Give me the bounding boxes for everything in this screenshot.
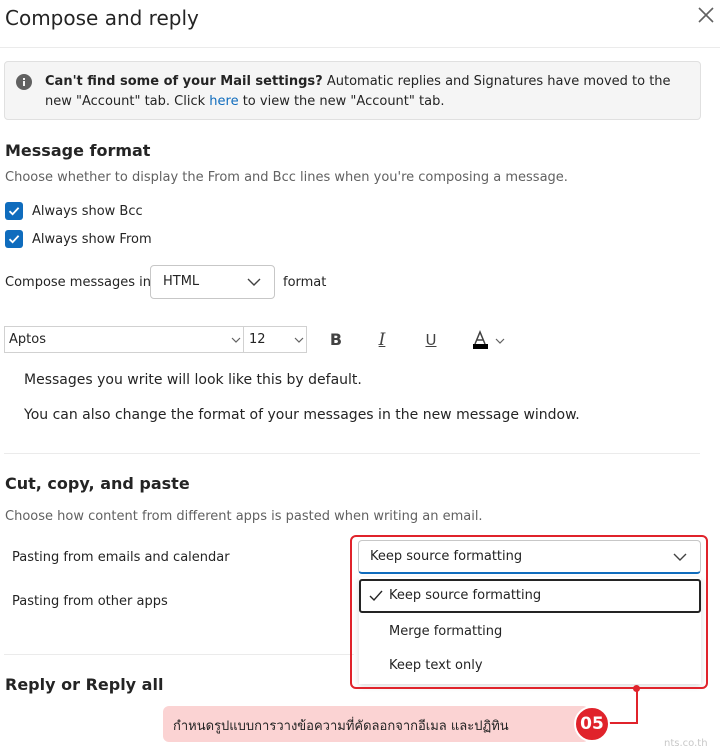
- bold-button[interactable]: B: [324, 328, 348, 352]
- pasting-emails-label: Pasting from emails and calendar: [12, 550, 230, 565]
- page-title: Compose and reply: [5, 6, 199, 30]
- always-show-bcc-label: Always show Bcc: [32, 204, 143, 219]
- always-show-bcc-checkbox[interactable]: [5, 202, 23, 220]
- italic-button[interactable]: I: [370, 328, 394, 352]
- info-bar: Can't find some of your Mail settings? A…: [4, 61, 701, 120]
- italic-icon: I: [378, 330, 386, 350]
- close-icon[interactable]: [694, 4, 718, 28]
- message-format-description: Choose whether to display the From and B…: [5, 170, 568, 185]
- info-bold: Can't find some of your Mail settings?: [45, 74, 323, 89]
- annotation-step-badge: 05: [574, 706, 610, 742]
- cut-copy-paste-heading: Cut, copy, and paste: [5, 474, 190, 493]
- chevron-down-icon: [294, 337, 304, 343]
- message-format-heading: Message format: [5, 141, 151, 160]
- watermark: nts.co.th: [664, 738, 708, 749]
- section-divider: [4, 654, 354, 655]
- chevron-down-icon: [247, 278, 261, 286]
- font-size-select[interactable]: 12: [243, 326, 307, 353]
- chevron-down-icon: [673, 553, 687, 561]
- header-divider: [0, 47, 720, 48]
- section-divider: [4, 453, 700, 454]
- compose-suffix-label: format: [283, 275, 327, 290]
- annotation-callout: กำหนดรูปแบบการวางข้อความที่คัดลอกจากอีเม…: [163, 706, 589, 742]
- annotation-connector: [636, 688, 638, 724]
- compose-prefix-label: Compose messages in: [5, 275, 151, 290]
- option-label: Keep text only: [389, 658, 483, 673]
- here-link[interactable]: here: [209, 94, 238, 109]
- pasting-other-label: Pasting from other apps: [12, 594, 168, 609]
- annotation-text: กำหนดรูปแบบการวางข้อความที่คัดลอกจากอีเม…: [173, 719, 509, 734]
- always-show-from-checkbox[interactable]: [5, 230, 23, 248]
- compose-format-select[interactable]: HTML: [150, 265, 275, 299]
- reply-heading: Reply or Reply all: [5, 675, 164, 694]
- preview-line-2: You can also change the format of your m…: [24, 407, 580, 423]
- pasting-emails-select[interactable]: Keep source formatting: [358, 540, 701, 574]
- checkmark-icon: [8, 207, 20, 216]
- option-keep-text-only[interactable]: Keep text only: [359, 649, 701, 683]
- option-label: Keep source formatting: [389, 588, 542, 603]
- option-label: Merge formatting: [389, 624, 503, 639]
- info-text-part2: to view the new "Account" tab.: [238, 94, 445, 109]
- checkmark-icon: [8, 235, 20, 244]
- font-name-select[interactable]: Aptos: [4, 326, 244, 353]
- compose-format-value: HTML: [163, 274, 200, 289]
- underline-button[interactable]: U: [419, 328, 443, 352]
- checkmark-icon: [369, 590, 383, 602]
- always-show-from-label: Always show From: [32, 232, 152, 247]
- preview-line-1: Messages you write will look like this b…: [24, 372, 362, 388]
- pasting-emails-value: Keep source formatting: [370, 549, 523, 564]
- chevron-down-icon: [231, 337, 241, 343]
- cut-copy-paste-description: Choose how content from different apps i…: [5, 509, 483, 524]
- option-merge-formatting[interactable]: Merge formatting: [359, 615, 701, 649]
- font-color-button[interactable]: [470, 328, 510, 352]
- font-size-value: 12: [249, 332, 266, 347]
- close-button[interactable]: [694, 4, 718, 28]
- font-color-icon: [473, 330, 505, 349]
- info-text: Can't find some of your Mail settings? A…: [45, 72, 685, 112]
- info-icon: [16, 74, 32, 90]
- bold-icon: B: [329, 330, 343, 349]
- font-name-value: Aptos: [9, 332, 46, 347]
- paste-options-listbox: Keep source formatting Merge formatting …: [359, 577, 701, 684]
- option-keep-source-formatting[interactable]: Keep source formatting: [359, 579, 701, 613]
- underline-icon: U: [425, 331, 437, 349]
